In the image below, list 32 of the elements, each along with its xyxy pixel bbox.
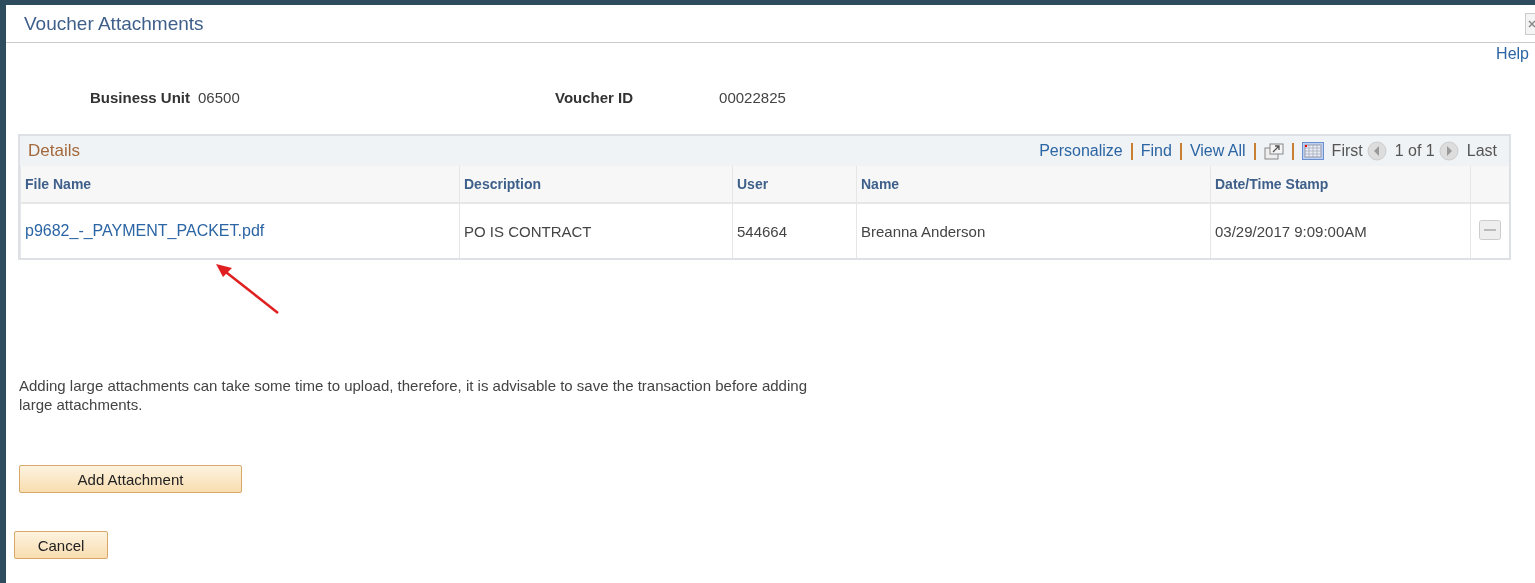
page-count: 1 of 1 xyxy=(1394,142,1435,160)
window-title: Voucher Attachments xyxy=(24,12,204,35)
delete-row-icon[interactable] xyxy=(1479,219,1501,240)
column-header: Name xyxy=(856,166,1211,203)
field-label: Voucher ID xyxy=(555,89,634,108)
field-label: Business Unit xyxy=(90,89,191,108)
table-cell: Breanna Anderson xyxy=(856,203,1211,258)
toolbar-link[interactable]: Find xyxy=(1140,142,1172,160)
first-label: First xyxy=(1331,142,1363,160)
column-header: User xyxy=(732,166,857,203)
file-link[interactable]: p9682_-_PAYMENT_PACKET.pdf xyxy=(25,222,265,239)
last-label: Last xyxy=(1466,142,1497,160)
field-value: 06500 xyxy=(198,89,240,108)
field-value: 00022825 xyxy=(719,89,786,108)
close-icon[interactable] xyxy=(1525,13,1535,35)
column-header: Date/Time Stamp xyxy=(1210,166,1471,203)
new-window-icon[interactable] xyxy=(1263,142,1284,160)
next-icon[interactable] xyxy=(1438,141,1459,161)
add-attachment-button[interactable]: Add Attachment xyxy=(19,465,242,493)
column-header: Description xyxy=(459,166,733,203)
advisory-text: Adding large attachments can take some time to upload, therefore, it is advisable to save the transaction before adding large attachments. xyxy=(19,376,808,414)
spreadsheet-icon[interactable] xyxy=(1301,142,1324,160)
previous-icon[interactable] xyxy=(1366,141,1387,161)
toolbar-link[interactable]: View All xyxy=(1189,142,1246,160)
help-link[interactable]: Help xyxy=(1496,45,1529,65)
cancel-button[interactable]: Cancel xyxy=(14,531,108,559)
table-cell: 544664 xyxy=(732,203,857,258)
column-header: File Name xyxy=(20,166,460,203)
toolbar-link[interactable]: Personalize xyxy=(1039,142,1123,160)
table-cell: 03/29/2017 9:09:00AM xyxy=(1210,203,1471,258)
grid-title: Details xyxy=(28,141,80,161)
table-cell: PO IS CONTRACT xyxy=(459,203,733,258)
